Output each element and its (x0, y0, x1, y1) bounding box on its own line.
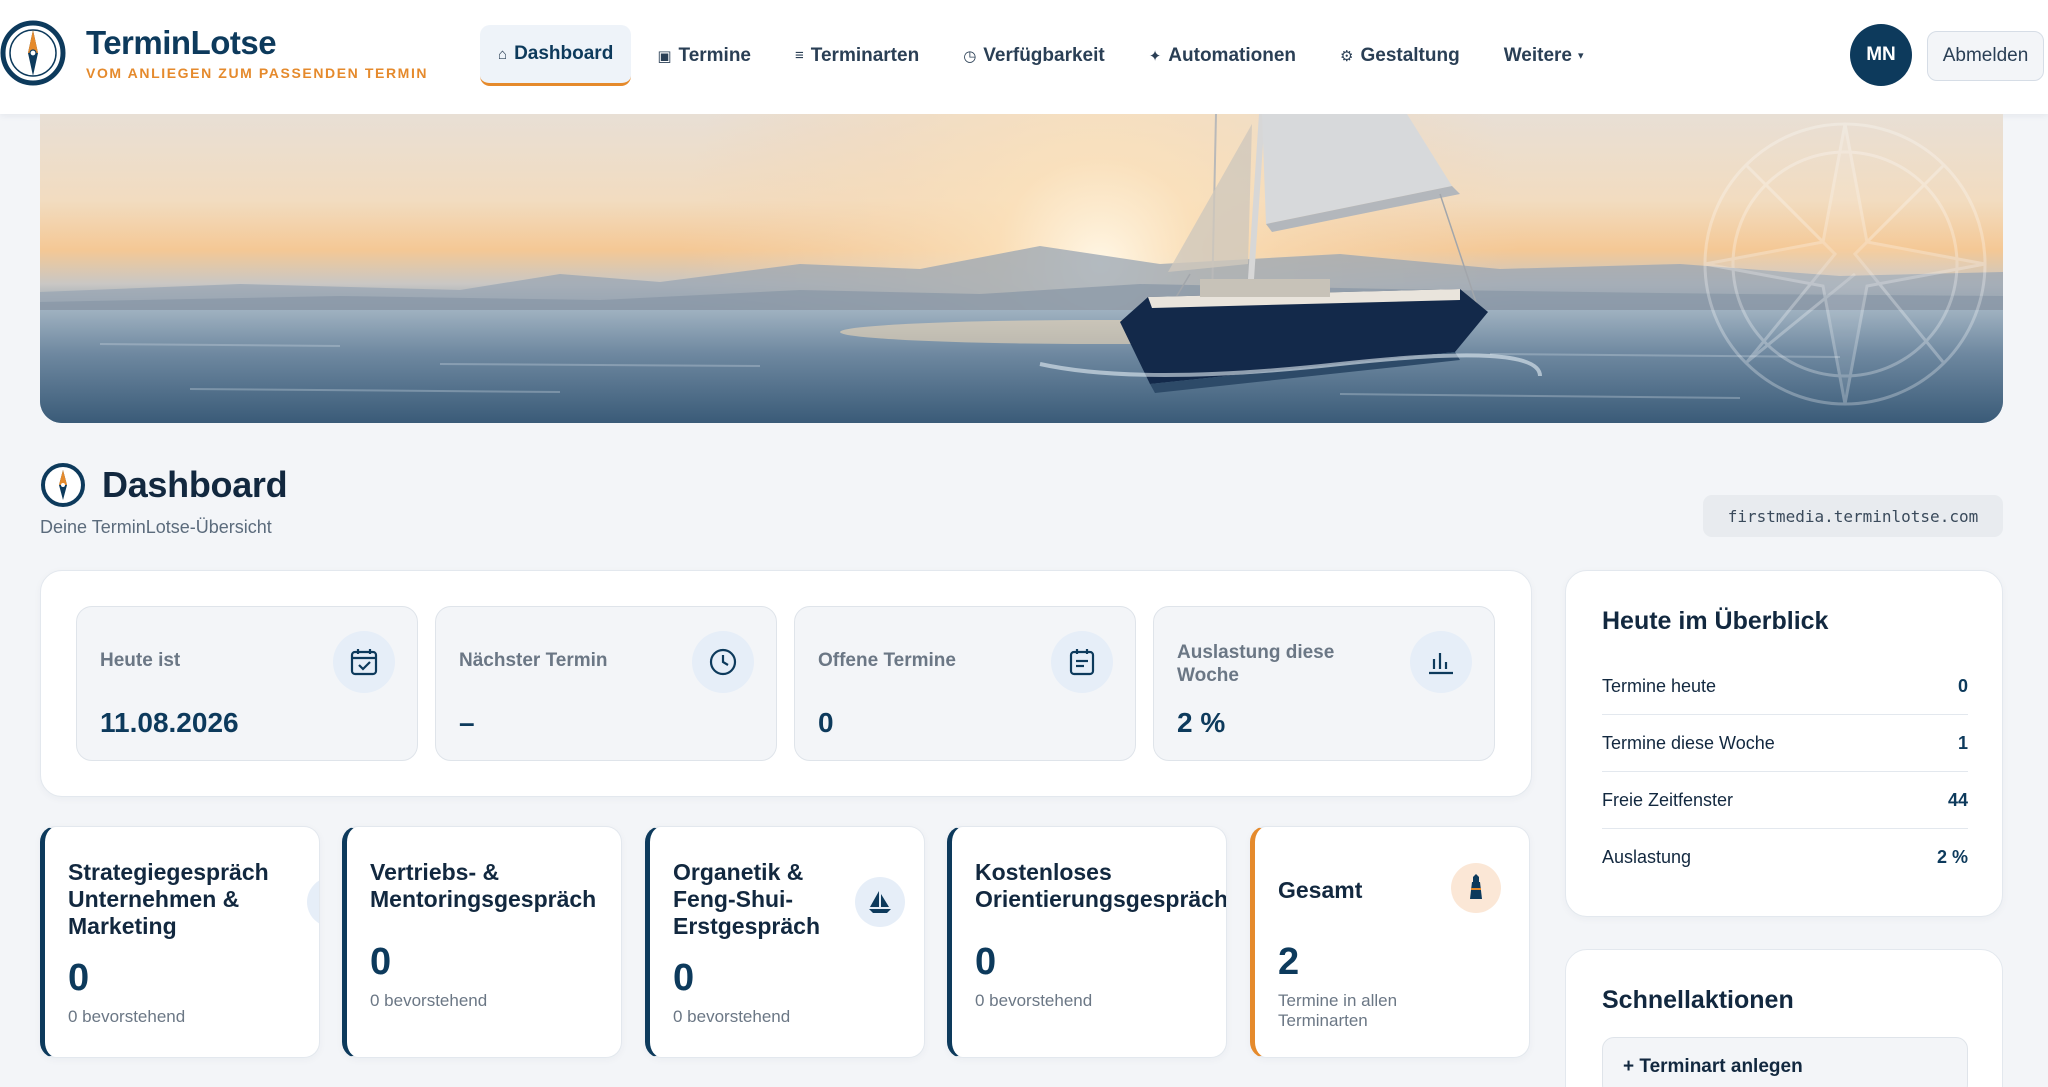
gear-icon: ⚙ (1340, 47, 1354, 65)
type-card-subtitle: Termine in allen Terminarten (1278, 991, 1398, 1030)
compass-icon (41, 463, 85, 507)
list-icon: ≡ (795, 47, 804, 64)
nav-item-weitere[interactable]: Weitere ▾ (1486, 25, 1602, 86)
type-card-subtitle: 0 bevorstehend (370, 991, 488, 1010)
nav-label: Automationen (1168, 44, 1297, 66)
quick-actions-title: Schnellaktionen (1602, 986, 1794, 1014)
home-icon: ⌂ (498, 45, 508, 63)
type-card-subtitle: 0 bevorstehend (68, 1007, 186, 1026)
type-card-title: Strategiegespräch Unternehmen & Marketin… (68, 859, 269, 939)
brand-tagline: VOM ANLIEGEN ZUM PASSENDEN TERMIN (86, 65, 429, 81)
main-nav: ⌂ Dashboard ▣ Termine ≡ Terminarten ◷ Verfüg… (480, 25, 1610, 86)
stat-label: Offene Termine (818, 650, 956, 671)
overview-row-label: Freie Zeitfenster (1602, 789, 1734, 810)
overview-row: Auslastung 2 % (1602, 829, 1968, 886)
nav-label: Termine (678, 44, 752, 66)
calendar-check-icon (333, 631, 395, 693)
stat-open-appointments: Offene Termine 0 (794, 606, 1136, 761)
nav-label: Weitere (1503, 44, 1572, 66)
stat-value: 2 % (1177, 707, 1226, 738)
overview-row-value: 1 (1957, 732, 1968, 753)
type-card-subtitle: 0 bevorstehend (673, 1007, 791, 1026)
stat-value: 11.08.2026 (100, 707, 239, 738)
domain-badge[interactable]: firstmedia.terminlotse.com (1703, 495, 2003, 537)
stat-next-appointment: Nächster Termin – (435, 606, 777, 761)
page-subtitle: Deine TerminLotse-Übersicht (40, 517, 272, 537)
stat-label: Auslastung diese Woche (1177, 642, 1335, 686)
top-navigation-bar: TerminLotse VOM ANLIEGEN ZUM PASSENDEN T… (0, 0, 2048, 114)
hero-banner (40, 114, 2003, 423)
type-card-count: 0 (673, 957, 695, 999)
nav-label: Gestaltung (1360, 44, 1460, 66)
nav-item-automationen[interactable]: ✦ Automationen (1131, 25, 1314, 86)
overview-title: Heute im Überblick (1602, 607, 1829, 635)
lighthouse-icon (1451, 863, 1501, 913)
stat-value: – (459, 707, 475, 738)
brand-name: TerminLotse (86, 24, 277, 61)
sparkle-icon: ✦ (1148, 47, 1162, 65)
type-card-title: Organetik & Feng-Shui-Erstgespräch (673, 859, 821, 939)
stat-label: Heute ist (100, 650, 181, 671)
overview-row-label: Termine diese Woche (1602, 732, 1775, 753)
avatar[interactable]: MN (1850, 24, 1912, 86)
brand-text: TerminLotse VOM ANLIEGEN ZUM PASSENDEN T… (86, 24, 429, 82)
calendar-icon: ▣ (657, 47, 672, 65)
clock-icon: ◷ (963, 47, 977, 65)
overview-row: Freie Zeitfenster 44 (1602, 772, 1968, 829)
page-title-row: Dashboard (40, 462, 288, 508)
nav-label: Verfügbarkeit (983, 44, 1105, 66)
stat-value: 0 (818, 707, 834, 738)
type-card-strategy[interactable]: Strategiegespräch Unternehmen & Marketin… (40, 826, 320, 1058)
clock-icon (692, 631, 754, 693)
compass-logo-icon (0, 20, 66, 86)
nav-label: Dashboard (514, 43, 614, 64)
type-card-title: Vertriebs- & Mentoringsgespräch (370, 859, 597, 912)
type-card-sales-mentoring[interactable]: Vertriebs- & Mentoringsgespräch 0 0 bevo… (342, 826, 622, 1058)
stat-weekly-utilization: Auslastung diese Woche 2 % (1153, 606, 1495, 761)
nav-item-gestaltung[interactable]: ⚙ Gestaltung (1322, 25, 1478, 86)
nav-item-dashboard[interactable]: ⌂ Dashboard (480, 25, 632, 86)
stats-panel: Heute ist 11.08.2026 Nächster Termin – O… (40, 570, 1532, 797)
overview-row-value: 0 (1957, 675, 1968, 696)
type-card-organetik[interactable]: Organetik & Feng-Shui-Erstgespräch 0 0 b… (645, 826, 925, 1058)
stat-today: Heute ist 11.08.2026 (76, 606, 418, 761)
brand[interactable]: TerminLotse VOM ANLIEGEN ZUM PASSENDEN T… (0, 20, 428, 86)
type-card-count: 0 (68, 957, 90, 999)
calendar-list-icon (1051, 631, 1113, 693)
overview-panel: Heute im Überblick Termine heute 0 Termi… (1565, 570, 2003, 917)
nav-item-terminarten[interactable]: ≡ Terminarten (777, 25, 937, 86)
chevron-down-icon: ▾ (1578, 50, 1584, 62)
type-card-count: 2 (1278, 941, 1300, 983)
type-card-total[interactable]: Gesamt 2 Termine in allen Terminarten (1250, 826, 1530, 1058)
nav-item-termine[interactable]: ▣ Termine (639, 25, 769, 86)
type-card-title: Kostenloses Orientierungsgespräch (975, 859, 1227, 912)
overview-row-label: Auslastung (1602, 847, 1692, 867)
sailboat-hero-image (40, 114, 2003, 423)
type-card-orientation[interactable]: Kostenloses Orientierungsgespräch 0 0 be… (947, 826, 1227, 1058)
overview-row-value: 2 % (1936, 847, 1968, 867)
overview-row: Termine heute 0 (1602, 658, 1968, 715)
type-card-subtitle: 0 bevorstehend (975, 991, 1093, 1010)
quick-actions-panel: Schnellaktionen + Terminart anlegen (1565, 949, 2003, 1087)
bar-chart-icon (1410, 631, 1472, 693)
overview-row: Termine diese Woche 1 (1602, 715, 1968, 772)
add-appointment-type-button[interactable]: + Terminart anlegen (1602, 1037, 1968, 1087)
type-card-count: 0 (975, 941, 997, 983)
page-title: Dashboard (102, 464, 288, 505)
type-card-count: 0 (370, 941, 392, 983)
logout-button[interactable]: Abmelden (1927, 31, 2044, 81)
sailboat-icon (855, 877, 905, 927)
overview-row-value: 44 (1947, 789, 1968, 810)
stat-label: Nächster Termin (459, 650, 608, 671)
nav-label: Terminarten (810, 44, 920, 66)
nav-item-verfuegbarkeit[interactable]: ◷ Verfügbarkeit (945, 25, 1123, 86)
overview-row-label: Termine heute (1602, 675, 1717, 696)
